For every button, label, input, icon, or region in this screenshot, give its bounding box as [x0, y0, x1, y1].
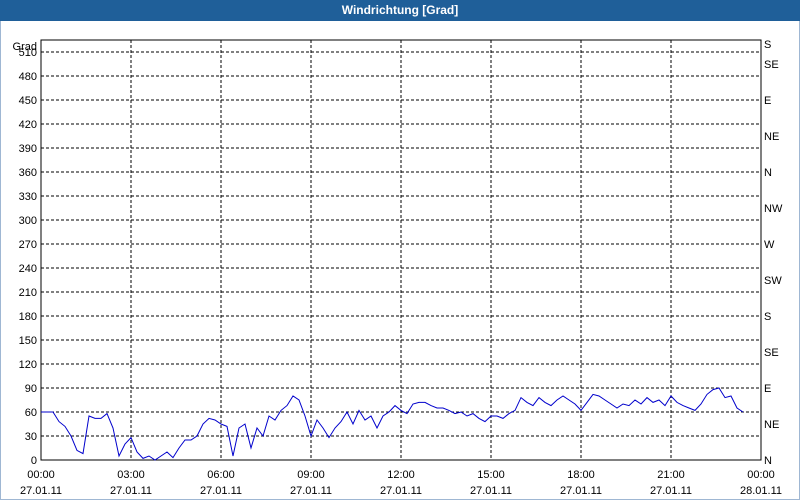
y-tick-label: 240	[19, 263, 37, 275]
grid-lines	[41, 40, 761, 460]
x-tick-time: 00:00	[27, 469, 55, 481]
y-tick-label: 330	[19, 191, 37, 203]
y-tick-label: 360	[19, 167, 37, 179]
y-tick-label: 270	[19, 239, 37, 251]
line-chart: 0 30 60 90 120 150 180 210 240 270 300 330 360 390 420…	[13, 39, 783, 497]
x-tick-time: 06:00	[207, 469, 235, 481]
y-tick-label: 150	[19, 335, 37, 347]
y-axis-right: N NE E SE S SW W NW N NE E SE S	[764, 39, 783, 467]
x-tick-date: 27.01.11	[380, 485, 422, 497]
y-right-label: SE	[764, 59, 779, 71]
y-right-label: N	[764, 455, 772, 467]
y-right-label: NW	[764, 203, 783, 215]
x-tick-time: 09:00	[297, 469, 325, 481]
x-tick-date: 27.01.11	[110, 485, 152, 497]
y-tick-label: 480	[19, 71, 37, 83]
y-axis-left: 0 30 60 90 120 150 180 210 240 270 300 330 360 390 420…	[19, 47, 37, 467]
x-axis: 00:00 27.01.11 03:00 27.01.11 06:00 27.01.11 0…	[20, 469, 782, 497]
y-tick-label: 60	[25, 407, 37, 419]
x-tick-time: 03:00	[117, 469, 145, 481]
x-tick-date: 27.01.11	[650, 485, 692, 497]
y-right-label: S	[764, 311, 771, 323]
y-tick-label: 120	[19, 359, 37, 371]
y-tick-label: 30	[25, 431, 37, 443]
x-tick-date: 27.01.11	[290, 485, 332, 497]
y-tick-label: 210	[19, 287, 37, 299]
y-right-label: SW	[764, 275, 782, 287]
x-tick-time: 15:00	[477, 469, 505, 481]
y-right-label: S	[764, 39, 771, 51]
y-right-label: E	[764, 383, 771, 395]
x-tick-date: 27.01.11	[200, 485, 242, 497]
x-tick-date: 27.01.11	[470, 485, 512, 497]
x-tick-date: 27.01.11	[20, 485, 62, 497]
y-tick-label: 0	[31, 455, 37, 467]
x-tick-time: 18:00	[567, 469, 595, 481]
x-tick-time: 21:00	[657, 469, 685, 481]
y-axis-label: Grad	[13, 41, 37, 53]
y-tick-label: 390	[19, 143, 37, 155]
y-tick-label: 300	[19, 215, 37, 227]
x-tick-date: 28.01.11	[740, 485, 782, 497]
x-tick-time: 00:00	[747, 469, 775, 481]
x-tick-time: 12:00	[387, 469, 415, 481]
y-right-label: E	[764, 95, 771, 107]
y-tick-label: 180	[19, 311, 37, 323]
y-right-label: SE	[764, 347, 779, 359]
series-line-windrichtung	[41, 387, 744, 461]
y-right-label: NE	[764, 131, 779, 143]
y-right-label: W	[764, 239, 775, 251]
y-tick-label: 420	[19, 119, 37, 131]
y-right-label: NE	[764, 419, 779, 431]
x-tick-date: 27.01.11	[560, 485, 602, 497]
y-right-label: N	[764, 167, 772, 179]
y-tick-label: 90	[25, 383, 37, 395]
y-tick-label: 450	[19, 95, 37, 107]
